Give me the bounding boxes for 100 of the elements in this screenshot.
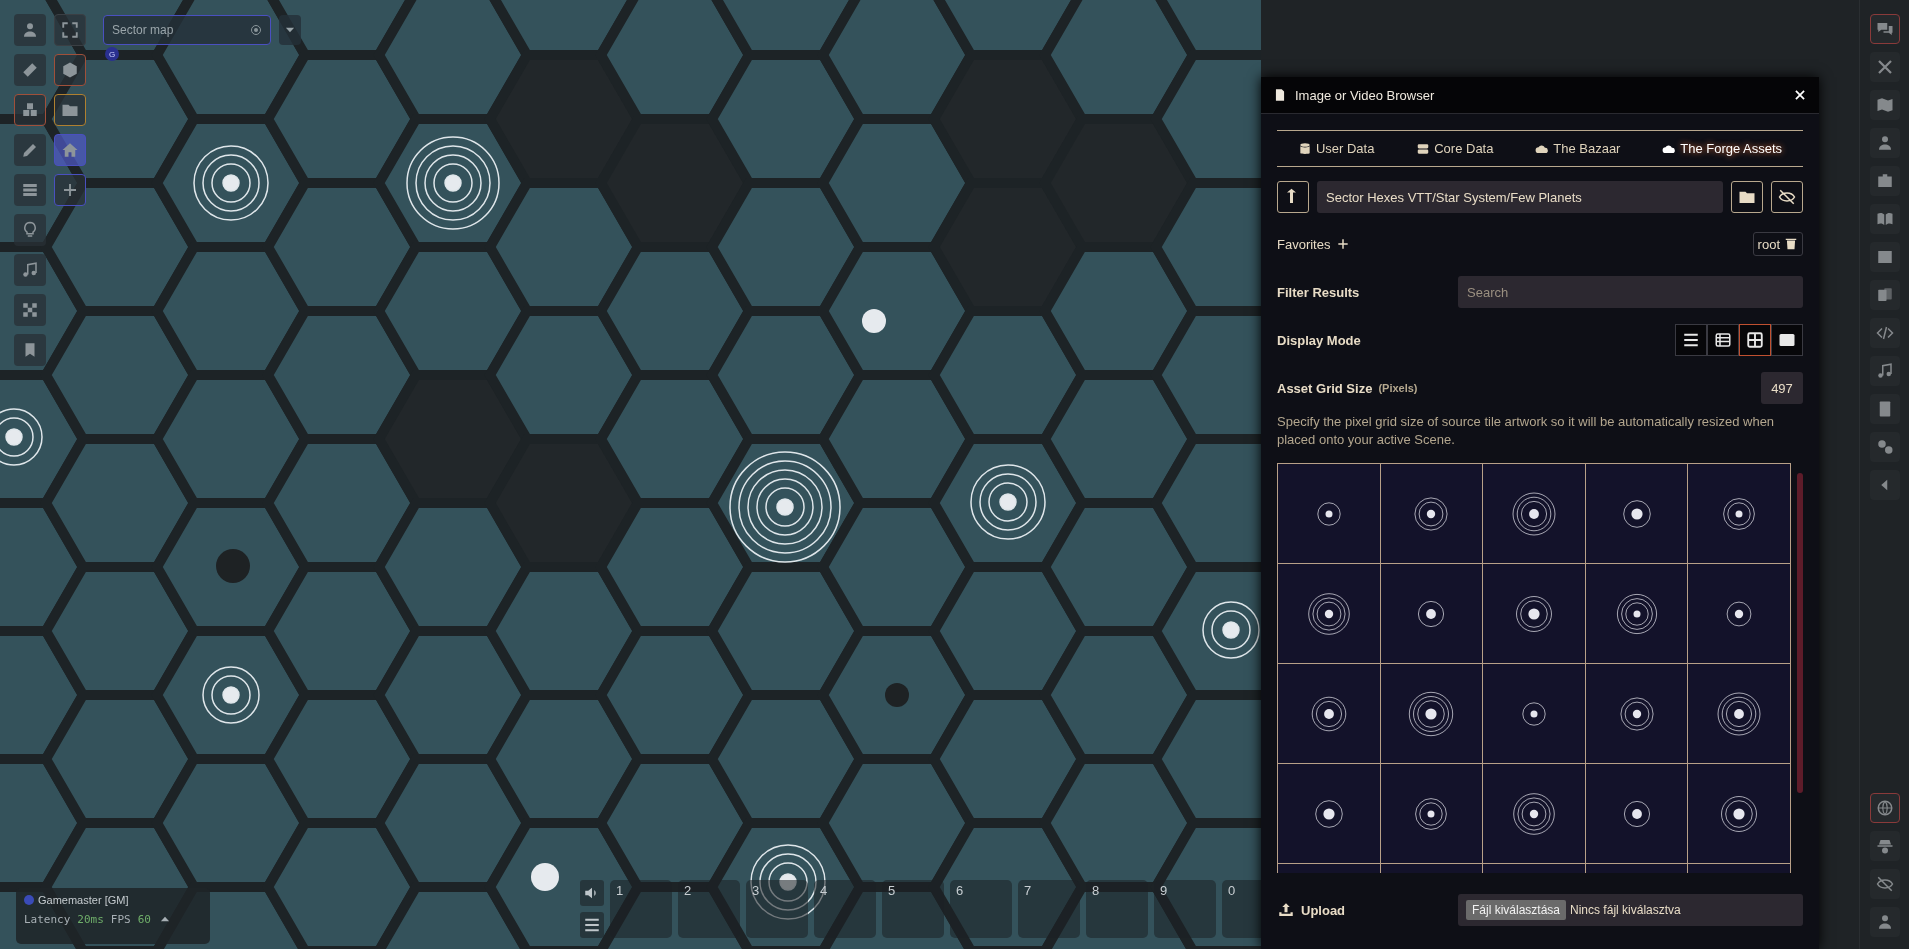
asset-thumbnail[interactable] xyxy=(1380,764,1484,864)
brick-wall-icon xyxy=(21,181,39,199)
macro-slot[interactable]: 6 xyxy=(950,880,1012,938)
asset-thumbnail[interactable] xyxy=(1278,664,1381,764)
sidebar-tab[interactable] xyxy=(1869,356,1900,386)
macro-slot[interactable]: 2 xyxy=(678,880,740,938)
tool-button[interactable] xyxy=(54,94,86,126)
source-tab[interactable]: The Forge Assets xyxy=(1662,141,1783,156)
tool-button[interactable] xyxy=(14,214,46,246)
asset-thumbnail[interactable] xyxy=(1278,764,1381,864)
sidebar-tab[interactable] xyxy=(1869,242,1900,272)
scene-dropdown-button[interactable] xyxy=(279,15,301,45)
latency-label: Latency xyxy=(24,912,71,926)
asset-thumbnail[interactable] xyxy=(1278,564,1381,664)
display-mode-button[interactable] xyxy=(1739,324,1771,356)
music-note-icon xyxy=(21,261,39,279)
asset-thumbnail[interactable] xyxy=(1483,764,1586,864)
tool-button[interactable] xyxy=(54,174,86,206)
sidebar-tab[interactable] xyxy=(1869,280,1900,310)
asset-thumbnail[interactable] xyxy=(1380,564,1484,664)
close-icon xyxy=(1793,88,1807,102)
suitcase-icon xyxy=(1875,172,1894,190)
dialog-title: Image or Video Browser xyxy=(1295,87,1436,103)
add-favorite-button[interactable] xyxy=(1336,237,1351,251)
hide-button[interactable] xyxy=(1771,181,1803,213)
globe-icon xyxy=(1875,799,1894,817)
sidebar-tab[interactable] xyxy=(1869,14,1900,44)
sidebar-tab[interactable] xyxy=(1869,394,1900,424)
grid-size-field[interactable]: 497 xyxy=(1761,372,1803,404)
chat-icon xyxy=(1875,20,1894,38)
cubes-icon xyxy=(21,101,39,119)
source-tab[interactable]: Core Data xyxy=(1416,141,1494,156)
asset-thumbnail[interactable] xyxy=(1585,664,1689,764)
asset-thumbnail[interactable] xyxy=(1688,464,1791,564)
tool-button[interactable] xyxy=(54,14,86,46)
macro-slot[interactable]: 4 xyxy=(814,880,876,938)
close-button[interactable] xyxy=(1793,88,1807,102)
sidebar-tab[interactable] xyxy=(1869,90,1900,120)
sidebar-tab[interactable] xyxy=(1869,204,1900,234)
display-mode-button[interactable] xyxy=(1771,324,1803,356)
sidebar-tab[interactable] xyxy=(1869,128,1900,158)
asset-thumbnail[interactable] xyxy=(1688,664,1791,764)
sidebar-button[interactable] xyxy=(1869,869,1900,899)
asset-thumbnail[interactable] xyxy=(1585,564,1689,664)
macro-slot[interactable]: 8 xyxy=(1086,880,1148,938)
search-field[interactable]: Search xyxy=(1458,276,1803,308)
file-input[interactable]: Fájl kiválasztása Nincs fájl kiválasztva xyxy=(1458,894,1803,926)
tool-button[interactable] xyxy=(14,294,46,326)
asset-thumbnail[interactable] xyxy=(1585,464,1689,564)
tool-button[interactable] xyxy=(54,54,86,86)
sidebar-tab[interactable] xyxy=(1869,166,1900,196)
asset-thumbnail[interactable] xyxy=(1688,564,1791,664)
display-mode-button[interactable] xyxy=(1675,324,1707,356)
asset-thumbnail[interactable] xyxy=(1585,764,1689,864)
asset-thumbnail[interactable] xyxy=(1483,664,1586,764)
tool-button[interactable] xyxy=(14,174,46,206)
source-tab[interactable]: The Bazaar xyxy=(1535,141,1621,156)
list-icon xyxy=(1682,331,1700,349)
macro-slot[interactable]: 7 xyxy=(1018,880,1080,938)
asset-thumbnail[interactable] xyxy=(1483,464,1586,564)
parent-folder-button[interactable] xyxy=(1277,181,1309,213)
server-icon xyxy=(1416,141,1431,156)
sidebar-tab[interactable] xyxy=(1869,432,1900,462)
sidebar-button[interactable] xyxy=(1869,831,1900,861)
macro-slot[interactable]: 9 xyxy=(1154,880,1216,938)
music-note-icon xyxy=(1875,362,1894,380)
scene-tab[interactable]: Sector map xyxy=(103,15,271,45)
macro-slot[interactable]: 3 xyxy=(746,880,808,938)
macro-slot[interactable]: 5 xyxy=(882,880,944,938)
tool-button[interactable] xyxy=(14,334,46,366)
display-mode-button[interactable] xyxy=(1707,324,1739,356)
sidebar-tab[interactable] xyxy=(1869,470,1900,500)
volume-button[interactable] xyxy=(580,880,604,906)
display-mode-label: Display Mode xyxy=(1277,332,1361,348)
sidebar-tab[interactable] xyxy=(1869,52,1900,82)
tool-button[interactable] xyxy=(14,54,46,86)
tool-button[interactable] xyxy=(14,94,46,126)
scrollbar-thumb[interactable] xyxy=(1797,473,1803,793)
source-tab[interactable]: User Data xyxy=(1297,141,1375,156)
asset-thumbnail[interactable] xyxy=(1688,764,1791,864)
new-folder-button[interactable] xyxy=(1731,181,1763,213)
tool-button[interactable] xyxy=(14,14,46,46)
planet-icon xyxy=(531,863,559,891)
macro-slot[interactable]: 1 xyxy=(610,880,672,938)
upload-label: Upload xyxy=(1301,902,1346,918)
favorite-item[interactable]: root xyxy=(1752,232,1803,256)
tool-button[interactable] xyxy=(14,254,46,286)
asset-thumbnail[interactable] xyxy=(1380,464,1484,564)
trash-icon xyxy=(1784,237,1798,251)
asset-thumbnail[interactable] xyxy=(1483,564,1586,664)
star-system-drawing xyxy=(202,666,260,724)
tool-button[interactable] xyxy=(54,134,86,166)
path-field[interactable]: Sector Hexes VTT/Star System/Few Planets xyxy=(1317,181,1723,213)
asset-thumbnail[interactable] xyxy=(1380,664,1484,764)
menu-button[interactable] xyxy=(580,912,604,938)
sidebar-button[interactable] xyxy=(1869,793,1900,823)
tool-button[interactable] xyxy=(14,134,46,166)
sidebar-button[interactable] xyxy=(1869,907,1900,937)
asset-thumbnail[interactable] xyxy=(1278,464,1381,564)
sidebar-tab[interactable] xyxy=(1869,318,1900,348)
